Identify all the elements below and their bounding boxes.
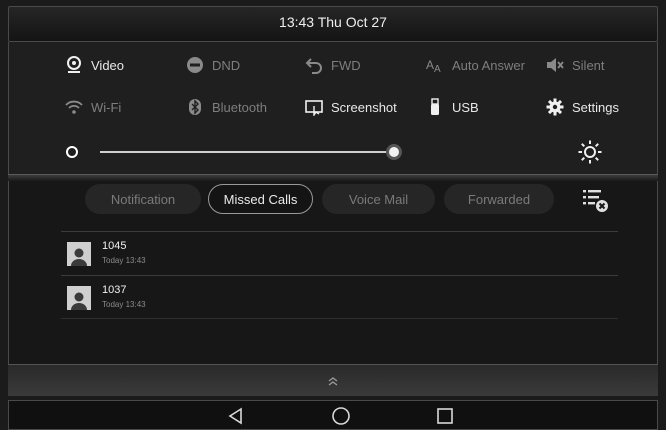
panel-divider — [8, 174, 658, 181]
brightness-low-icon — [66, 146, 78, 158]
back-icon — [228, 407, 242, 425]
date-time: 13:43 Thu Oct 27 — [279, 14, 387, 30]
toggle-fwd-label: FWD — [331, 57, 361, 73]
toggle-bluetooth-label: Bluetooth — [212, 99, 267, 115]
caller-number: 1045 — [102, 240, 127, 252]
tab-forwarded-label: Forwarded — [467, 191, 531, 207]
notification-area: Notification Missed Calls Voice Mail For… — [8, 181, 658, 364]
tab-voice-mail[interactable]: Voice Mail — [322, 184, 435, 214]
avatar — [67, 286, 91, 310]
dnd-icon — [186, 56, 204, 74]
chevron-up-icon — [328, 376, 338, 386]
toggle-auto-answer-label: Auto Answer — [452, 57, 525, 73]
toggle-silent[interactable]: Silent — [546, 56, 605, 74]
toggle-dnd[interactable]: DND — [186, 56, 240, 74]
settings-button[interactable]: Settings — [546, 98, 619, 116]
usb-label: USB — [452, 99, 479, 115]
tab-missed-calls-label: Missed Calls — [223, 191, 298, 207]
toggle-bluetooth[interactable]: Bluetooth — [186, 98, 267, 116]
navigation-bar — [8, 400, 658, 430]
screenshot-label: Screenshot — [331, 99, 397, 115]
status-bar: 13:43 Thu Oct 27 — [8, 6, 658, 42]
tab-forwarded[interactable]: Forwarded — [444, 184, 554, 214]
tab-notification-label: Notification — [110, 191, 176, 207]
toggle-silent-label: Silent — [572, 57, 605, 73]
missed-call-row[interactable]: 1045 Today 13:43 — [61, 231, 618, 275]
toggle-dnd-label: DND — [212, 57, 241, 73]
screenshot-icon — [305, 98, 323, 116]
avatar — [67, 242, 91, 266]
recents-icon — [437, 408, 453, 424]
svg-text:A: A — [434, 64, 441, 74]
home-button[interactable] — [329, 404, 353, 428]
toggle-fwd[interactable]: FWD — [305, 56, 361, 74]
call-time: Today 13:43 — [102, 300, 146, 309]
tab-notification[interactable]: Notification — [85, 184, 201, 214]
auto-answer-icon: AA — [426, 56, 444, 74]
video-icon — [65, 56, 83, 74]
screenshot-button[interactable]: Screenshot — [305, 98, 397, 116]
usb-icon — [426, 98, 444, 116]
recents-button[interactable] — [433, 404, 457, 428]
brightness-track[interactable] — [100, 151, 395, 153]
toggle-video-label: Video — [91, 57, 125, 73]
toggle-auto-answer[interactable]: AA Auto Answer — [426, 56, 525, 75]
silent-icon — [546, 56, 564, 74]
clear-all-icon[interactable] — [581, 186, 609, 214]
home-icon — [332, 407, 350, 425]
toggle-wifi-label: Wi-Fi — [91, 99, 122, 115]
brightness-high-icon — [578, 140, 602, 164]
collapse-handle[interactable] — [8, 364, 658, 396]
toggle-video[interactable]: Video — [65, 56, 124, 74]
tab-missed-calls[interactable]: Missed Calls — [208, 184, 313, 214]
forward-icon — [305, 56, 323, 74]
wifi-icon — [65, 98, 83, 116]
brightness-handle[interactable] — [386, 144, 403, 160]
bluetooth-icon — [186, 98, 204, 116]
missed-call-row[interactable]: 1037 Today 13:43 — [61, 275, 618, 319]
settings-label: Settings — [572, 99, 619, 115]
tab-voice-mail-label: Voice Mail — [348, 191, 409, 207]
settings-icon — [546, 98, 564, 116]
back-button[interactable] — [224, 404, 248, 428]
svg-text:A: A — [426, 58, 434, 72]
toggle-wifi[interactable]: Wi-Fi — [65, 98, 121, 116]
call-time: Today 13:43 — [102, 256, 146, 265]
caller-number: 1037 — [102, 284, 127, 296]
usb-button[interactable]: USB — [426, 98, 479, 116]
brightness-slider[interactable] — [66, 140, 621, 164]
